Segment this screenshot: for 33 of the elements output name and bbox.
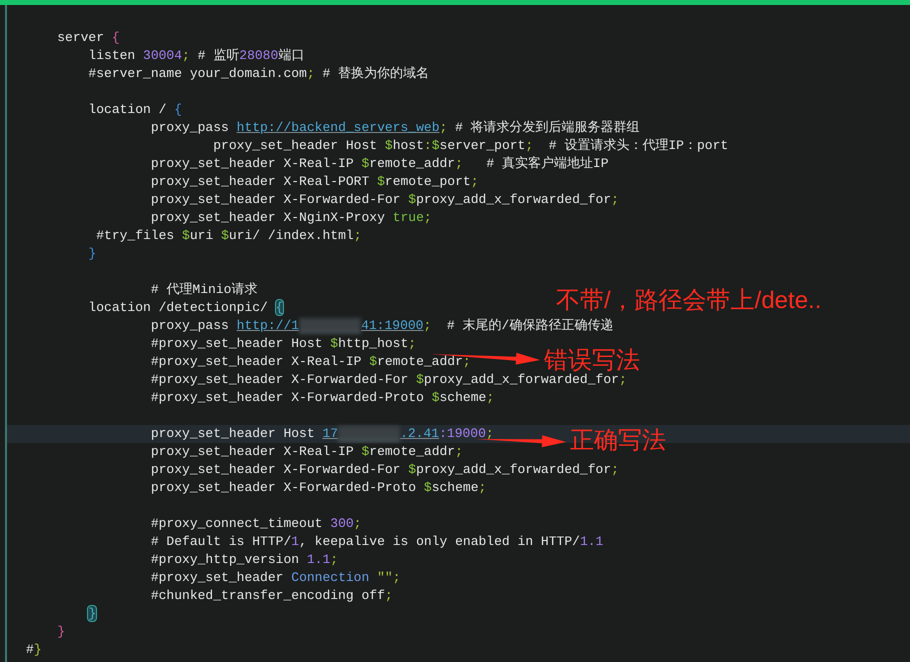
annotation-text: 错误写法 — [544, 347, 640, 374]
code-line: } — [87, 245, 96, 263]
code-line: # Default is HTTP/1, keepalive is only enabled in HTTP/1.1 — [150, 533, 604, 551]
code-line: proxy_pass http://1 41:19000; # 末尾的/确保路径正确传递 — [150, 317, 614, 335]
annotation-text: 不带/，路径会带上/dete.. — [556, 287, 822, 315]
code-line: listen 30004; # 监听28080端口 — [87, 47, 304, 65]
code-line: #proxy_connect_timeout 300; — [150, 515, 362, 533]
code-line: #proxy_set_header X-Forwarded-Proto $scheme; — [150, 389, 494, 407]
code-line: proxy_set_header Host $host:$server_port; # 设置请求头：代理IP：port — [212, 137, 728, 155]
code-line: #chunked_transfer_encoding off; — [150, 587, 393, 605]
code-line: } — [56, 623, 66, 641]
code-line: #proxy_set_header X-Real-IP $remote_addr; — [150, 353, 471, 371]
code-line: #server_name your_domain.com; # 替换为你的域名 — [87, 65, 430, 83]
code-line: proxy_set_header X-Forwarded-For $proxy_add_x_forwarded_for; — [150, 191, 619, 209]
code-line: location /detectionpic/ { — [87, 299, 284, 317]
code-line: #try_files $uri $uri/ /index.html; — [95, 227, 362, 245]
code-line: #proxy_set_header X-Forwarded-For $proxy_add_x_forwarded_for; — [150, 372, 627, 389]
code-line: proxy_pass http://backend_servers_web; # 将请求分发到后端服务器群组 — [150, 119, 640, 137]
code-line: #proxy_http_version 1.1; — [150, 551, 338, 569]
code-line: # 代理Minio请求 — [150, 281, 258, 299]
code-line: #proxy_set_header Connection ""; — [150, 569, 401, 587]
code-line: #} — [25, 641, 42, 659]
code-line: server { — [56, 29, 120, 47]
code-line: } — [87, 605, 96, 623]
code-line: proxy_set_header X-Real-IP $remote_addr; — [150, 443, 463, 461]
code-line: proxy_set_header X-NginX-Proxy true; — [150, 209, 432, 227]
code-line: proxy_set_header X-Forwarded-For $proxy_add_x_forwarded_for; — [150, 461, 619, 479]
annotation-text: 正确写法 — [570, 427, 666, 455]
code-line: proxy_set_header X-Real-PORT $remote_port; — [150, 173, 479, 191]
code-line: #proxy_set_header Host $http_host; — [150, 335, 416, 353]
code-line: proxy_set_header X-Real-IP $remote_addr; # 真实客户端地址IP — [150, 155, 609, 173]
code-line: proxy_set_header X-Forwarded-Proto $scheme; — [150, 479, 486, 497]
code-line: location / { — [87, 101, 182, 119]
